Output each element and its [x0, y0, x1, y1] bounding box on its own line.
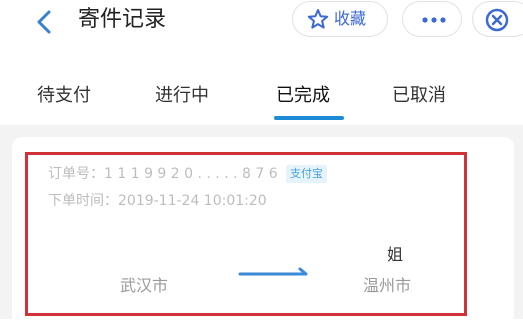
back-button[interactable] [28, 5, 62, 39]
status-tabs: 待支付 进行中 已完成 已取消 [0, 76, 523, 122]
page-title: 寄件记录 [78, 7, 167, 32]
tab-in-progress[interactable]: 进行中 [155, 84, 209, 108]
favorite-button[interactable]: 收藏 [292, 1, 388, 37]
back-icon [37, 10, 51, 34]
tab-completed[interactable]: 已完成 [276, 84, 330, 108]
more-icon [422, 17, 446, 23]
active-tab-indicator [274, 116, 344, 120]
top-bar: 寄件记录 收藏 [0, 0, 523, 45]
close-button[interactable] [472, 1, 523, 37]
tab-cancelled[interactable]: 已取消 [392, 84, 446, 108]
star-icon [307, 9, 329, 29]
highlight-box [25, 152, 467, 316]
close-icon [485, 8, 509, 32]
favorite-label: 收藏 [334, 9, 367, 28]
more-button[interactable] [402, 1, 462, 37]
tab-pending-payment[interactable]: 待支付 [37, 84, 91, 108]
